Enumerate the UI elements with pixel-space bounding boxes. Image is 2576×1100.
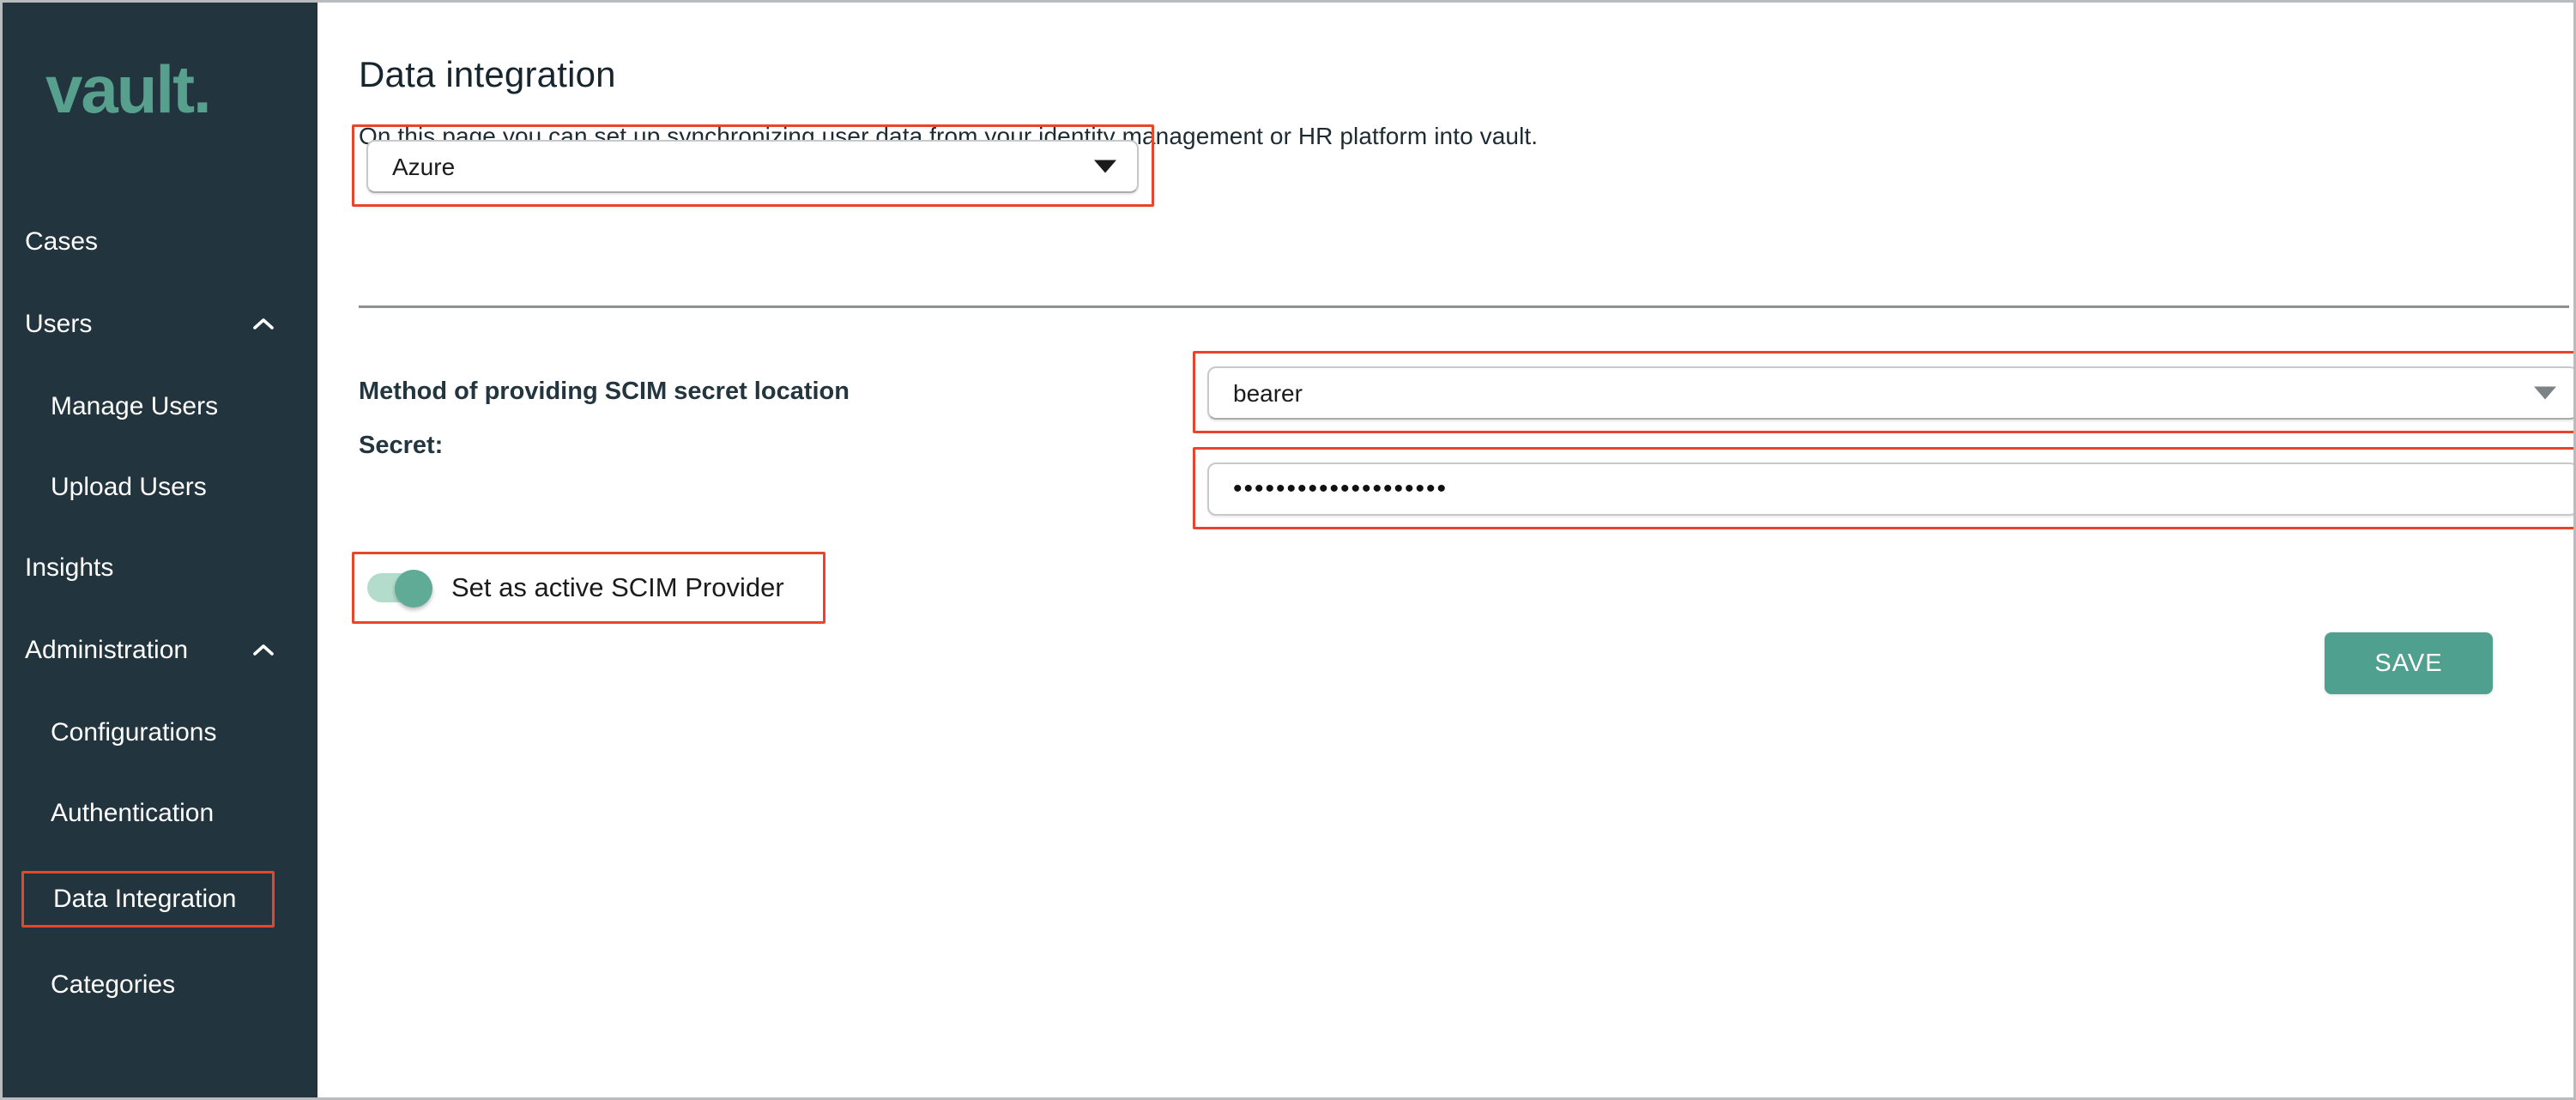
secret-input-wrapper <box>1207 462 2573 516</box>
sidebar-item-label: Categories <box>51 970 176 999</box>
page-title: Data integration <box>359 54 616 94</box>
secret-label: Secret: <box>359 432 444 459</box>
chevron-up-icon[interactable] <box>249 636 278 665</box>
secret-input[interactable] <box>1207 462 2573 516</box>
sidebar-item-label: Users <box>25 310 93 338</box>
sidebar-item-cases[interactable]: Cases <box>3 219 317 265</box>
sidebar-item-data-integration[interactable]: Data Integration <box>21 871 275 928</box>
vault-logo: vault. <box>45 51 212 127</box>
sidebar-item-label: Administration <box>25 636 189 664</box>
chevron-up-icon[interactable] <box>249 310 278 339</box>
sidebar-nav: Cases Users Manage Users Upload Users In… <box>3 219 317 1008</box>
section-divider <box>359 305 2569 308</box>
main-content: Data integration On this page you can se… <box>317 3 2573 1097</box>
sidebar-item-label: Configurations <box>51 718 217 746</box>
toggle-thumb <box>395 570 432 607</box>
sidebar-item-label: Upload Users <box>51 473 207 501</box>
sidebar-item-label: Cases <box>25 227 99 256</box>
application-window: vault. Cases Users Manage Users Upload U… <box>0 0 2576 1100</box>
sidebar-item-upload-users[interactable]: Upload Users <box>3 464 317 511</box>
sidebar-item-label: Authentication <box>51 799 215 827</box>
scim-method-select-wrapper: bearer <box>1207 366 2573 420</box>
sidebar: vault. Cases Users Manage Users Upload U… <box>3 3 317 1097</box>
sidebar-item-label: Insights <box>25 553 114 582</box>
sidebar-item-categories[interactable]: Categories <box>3 962 317 1008</box>
sidebar-item-insights[interactable]: Insights <box>3 545 317 591</box>
sidebar-item-manage-users[interactable]: Manage Users <box>3 384 317 430</box>
sidebar-item-configurations[interactable]: Configurations <box>3 710 317 756</box>
scim-method-label: Method of providing SCIM secret location <box>359 378 850 405</box>
active-provider-toggle-label: Set as active SCIM Provider <box>451 572 784 602</box>
sidebar-item-users[interactable]: Users <box>3 301 317 348</box>
active-provider-toggle[interactable] <box>367 570 432 607</box>
save-button[interactable]: SAVE <box>2325 632 2493 694</box>
sidebar-item-authentication[interactable]: Authentication <box>3 790 317 837</box>
active-provider-toggle-row: Set as active SCIM Provider <box>352 570 784 607</box>
provider-select[interactable]: Azure <box>366 140 1139 193</box>
sidebar-item-label: Manage Users <box>51 392 219 420</box>
provider-select-wrapper: Azure <box>366 140 1139 193</box>
sidebar-item-label: Data Integration <box>53 885 237 913</box>
scim-method-select[interactable]: bearer <box>1207 366 2573 420</box>
sidebar-item-administration[interactable]: Administration <box>3 627 317 674</box>
